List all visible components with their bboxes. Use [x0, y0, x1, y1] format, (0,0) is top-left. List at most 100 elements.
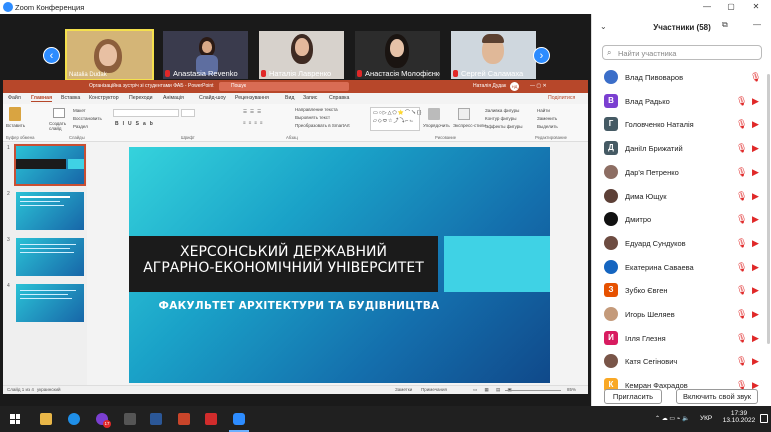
paragraph-list-buttons[interactable]: ☰☰☰: [243, 109, 264, 115]
ppt-tab-home[interactable]: Главная: [31, 95, 53, 102]
ppt-search-box[interactable]: Пошук: [219, 82, 349, 91]
participant-search-input[interactable]: ⌕ Найти участника: [602, 45, 762, 60]
new-slide-button[interactable]: Создать слайд: [49, 121, 69, 131]
notifications-icon[interactable]: [760, 414, 768, 423]
participant-row[interactable]: И Ілля Глезня 🎙 ▶: [592, 327, 771, 350]
start-icon[interactable]: [10, 414, 20, 424]
slide-thumbnail-4[interactable]: [16, 284, 84, 322]
participants-scrollbar[interactable]: [767, 74, 770, 344]
participant-row[interactable]: Дима Ющук 🎙 ▶: [592, 185, 771, 208]
arrange-button[interactable]: Упорядочить: [423, 123, 450, 128]
ppt-window-controls: — ▢ ✕: [530, 83, 547, 89]
smartart-button[interactable]: Преобразовать в SmartArt: [295, 123, 350, 128]
language-indicator[interactable]: УКР: [700, 415, 712, 422]
participant-row[interactable]: В Влад Радько 🎙 ▶: [592, 90, 771, 113]
text-direction-button[interactable]: Направление текста: [295, 107, 338, 112]
shapes-gallery[interactable]: ▭○▷△⬠⭐⌒↘{} ▱◇⬭☆⤴⤵⌐⌙: [370, 107, 421, 131]
participant-name: Катя Сегінович: [625, 357, 678, 367]
close-button[interactable]: ✕: [746, 2, 766, 11]
layout-button[interactable]: Макет: [73, 108, 86, 113]
ppt-tab-view[interactable]: Вид: [285, 95, 294, 101]
edge-browser-icon[interactable]: [68, 413, 80, 425]
reset-button[interactable]: Восстановить: [73, 116, 102, 121]
slide-subtitle: ФАКУЛЬТЕТ АРХІТЕКТУРИ ТА БУДІВНИЦТВА: [158, 300, 440, 312]
video-tile-natalia-dudak[interactable]: Natalia Dudak: [65, 29, 154, 81]
shape-outline-button[interactable]: Контур фигуры: [485, 116, 516, 121]
shape-fill-button[interactable]: Заливка фигуры: [485, 108, 519, 113]
participant-row[interactable]: Едуард Сундуков 🎙 ▶: [592, 232, 771, 255]
notes-button[interactable]: Заметки: [395, 387, 412, 392]
font-name-box[interactable]: [113, 109, 179, 117]
quick-styles-icon: [458, 108, 470, 120]
ppt-tab-record[interactable]: Запис: [303, 95, 317, 101]
quick-styles-button[interactable]: Экспресс-стили: [453, 123, 486, 128]
ppt-tab-help[interactable]: Справка: [329, 95, 349, 101]
powerpoint-icon[interactable]: [178, 413, 190, 425]
slide-thumbnail-2[interactable]: [16, 192, 84, 230]
participant-row[interactable]: Дмитро 🎙 ▶: [592, 208, 771, 231]
participant-name: Влад Пивоваров: [625, 73, 684, 82]
select-button[interactable]: Выделить: [537, 124, 558, 129]
ppt-tab-insert[interactable]: Вставка: [61, 95, 80, 101]
participant-row[interactable]: Влад Пивоваров 🎙: [592, 66, 771, 89]
video-tile-natalia-lavrenko[interactable]: Наталія Лавренко: [259, 31, 344, 79]
maximize-button[interactable]: ▢: [721, 2, 741, 11]
clock-date: 13.10.2022: [722, 417, 756, 424]
slide-thumbnail-1[interactable]: [14, 144, 86, 186]
video-off-icon: ▶: [752, 332, 759, 343]
slide-thumbnail-3[interactable]: [16, 238, 84, 276]
participant-row[interactable]: Дар'я Петренко 🎙 ▶: [592, 161, 771, 184]
close-panel-icon[interactable]: —: [753, 20, 761, 29]
muted-mic-icon: 🎙: [736, 143, 748, 154]
participant-row[interactable]: З Зубко Євген 🎙 ▶: [592, 279, 771, 302]
popout-icon[interactable]: ⧉: [722, 20, 728, 30]
paste-icon: [9, 107, 21, 121]
pdf-reader-icon[interactable]: [205, 413, 217, 425]
ppt-tab-file[interactable]: Файл: [8, 95, 21, 101]
zoom-slider[interactable]: [505, 390, 561, 391]
ppt-tab-slideshow[interactable]: Слайд-шоу: [199, 95, 226, 101]
paragraph-align-buttons[interactable]: ≡≡≡≡: [243, 120, 266, 125]
video-tile-sergei-salamakha[interactable]: Сергей Саламаха: [451, 31, 536, 79]
section-button[interactable]: Раздел: [73, 124, 88, 129]
avatar: И: [604, 330, 618, 345]
participant-row[interactable]: Екатерина Саваева 🎙 ▶: [592, 256, 771, 279]
unmute-button[interactable]: Включить свой звук: [676, 389, 758, 404]
system-tray-icons[interactable]: ⌃ ☁ ▭ ⌁ 🔈: [655, 415, 689, 422]
align-text-button[interactable]: Выровнять текст: [295, 115, 330, 120]
slide-canvas[interactable]: ХЕРСОНСЬКИЙ ДЕРЖАВНИЙ АГРАРНО-ЕКОНОМІЧНИ…: [129, 147, 550, 383]
word-icon[interactable]: [150, 413, 162, 425]
paste-button[interactable]: Вставить: [6, 123, 25, 128]
language-indicator: украинский: [37, 387, 61, 392]
app-icon[interactable]: [124, 413, 136, 425]
ppt-tab-review[interactable]: Рецензування: [235, 95, 269, 101]
comments-button[interactable]: Примечания: [421, 387, 447, 392]
participant-row[interactable]: Катя Сегінович 🎙 ▶: [592, 350, 771, 373]
avatar: Г: [604, 117, 618, 132]
invite-button[interactable]: Пригласить: [604, 389, 662, 404]
ppt-tab-transitions[interactable]: Переходи: [129, 95, 153, 101]
clock[interactable]: 17:39 13.10.2022: [722, 410, 756, 424]
participant-row[interactable]: Д Даніїл Брижатий 🎙 ▶: [592, 137, 771, 160]
video-tile-anastasia-molofienko[interactable]: Анастасія Молофієнко: [355, 31, 440, 79]
shape-effects-button[interactable]: Эффекты фигуры: [485, 124, 523, 129]
ppt-tab-animation[interactable]: Анімація: [163, 95, 184, 101]
replace-button[interactable]: Заменить: [537, 116, 557, 121]
gallery-next-button[interactable]: ›: [533, 47, 550, 64]
video-tile-name: Natalia Dudak: [69, 72, 107, 78]
file-explorer-icon[interactable]: [40, 413, 52, 425]
font-size-box[interactable]: [181, 109, 195, 117]
font-format-buttons[interactable]: BIUSab: [115, 121, 157, 127]
participant-row[interactable]: Игорь Шеляев 🎙 ▶: [592, 303, 771, 326]
participant-row[interactable]: Г Головченко Наталія 🎙 ▶: [592, 113, 771, 136]
minimize-button[interactable]: —: [697, 2, 717, 11]
find-button[interactable]: Найти: [537, 108, 550, 113]
video-tile-anastasia-revenko[interactable]: Anastasia Revenko: [163, 31, 248, 79]
ppt-share-button[interactable]: Поділитися: [548, 95, 575, 101]
ribbon-group-font: Шрифт: [181, 135, 195, 140]
slide-title-line-1: ХЕРСОНСЬКИЙ ДЕРЖАВНИЙ: [180, 244, 387, 260]
zoom-app-icon[interactable]: [233, 413, 245, 425]
gallery-prev-button[interactable]: ‹: [43, 47, 60, 64]
video-off-icon: ▶: [752, 237, 759, 248]
ppt-tab-design[interactable]: Конструктор: [89, 95, 119, 101]
